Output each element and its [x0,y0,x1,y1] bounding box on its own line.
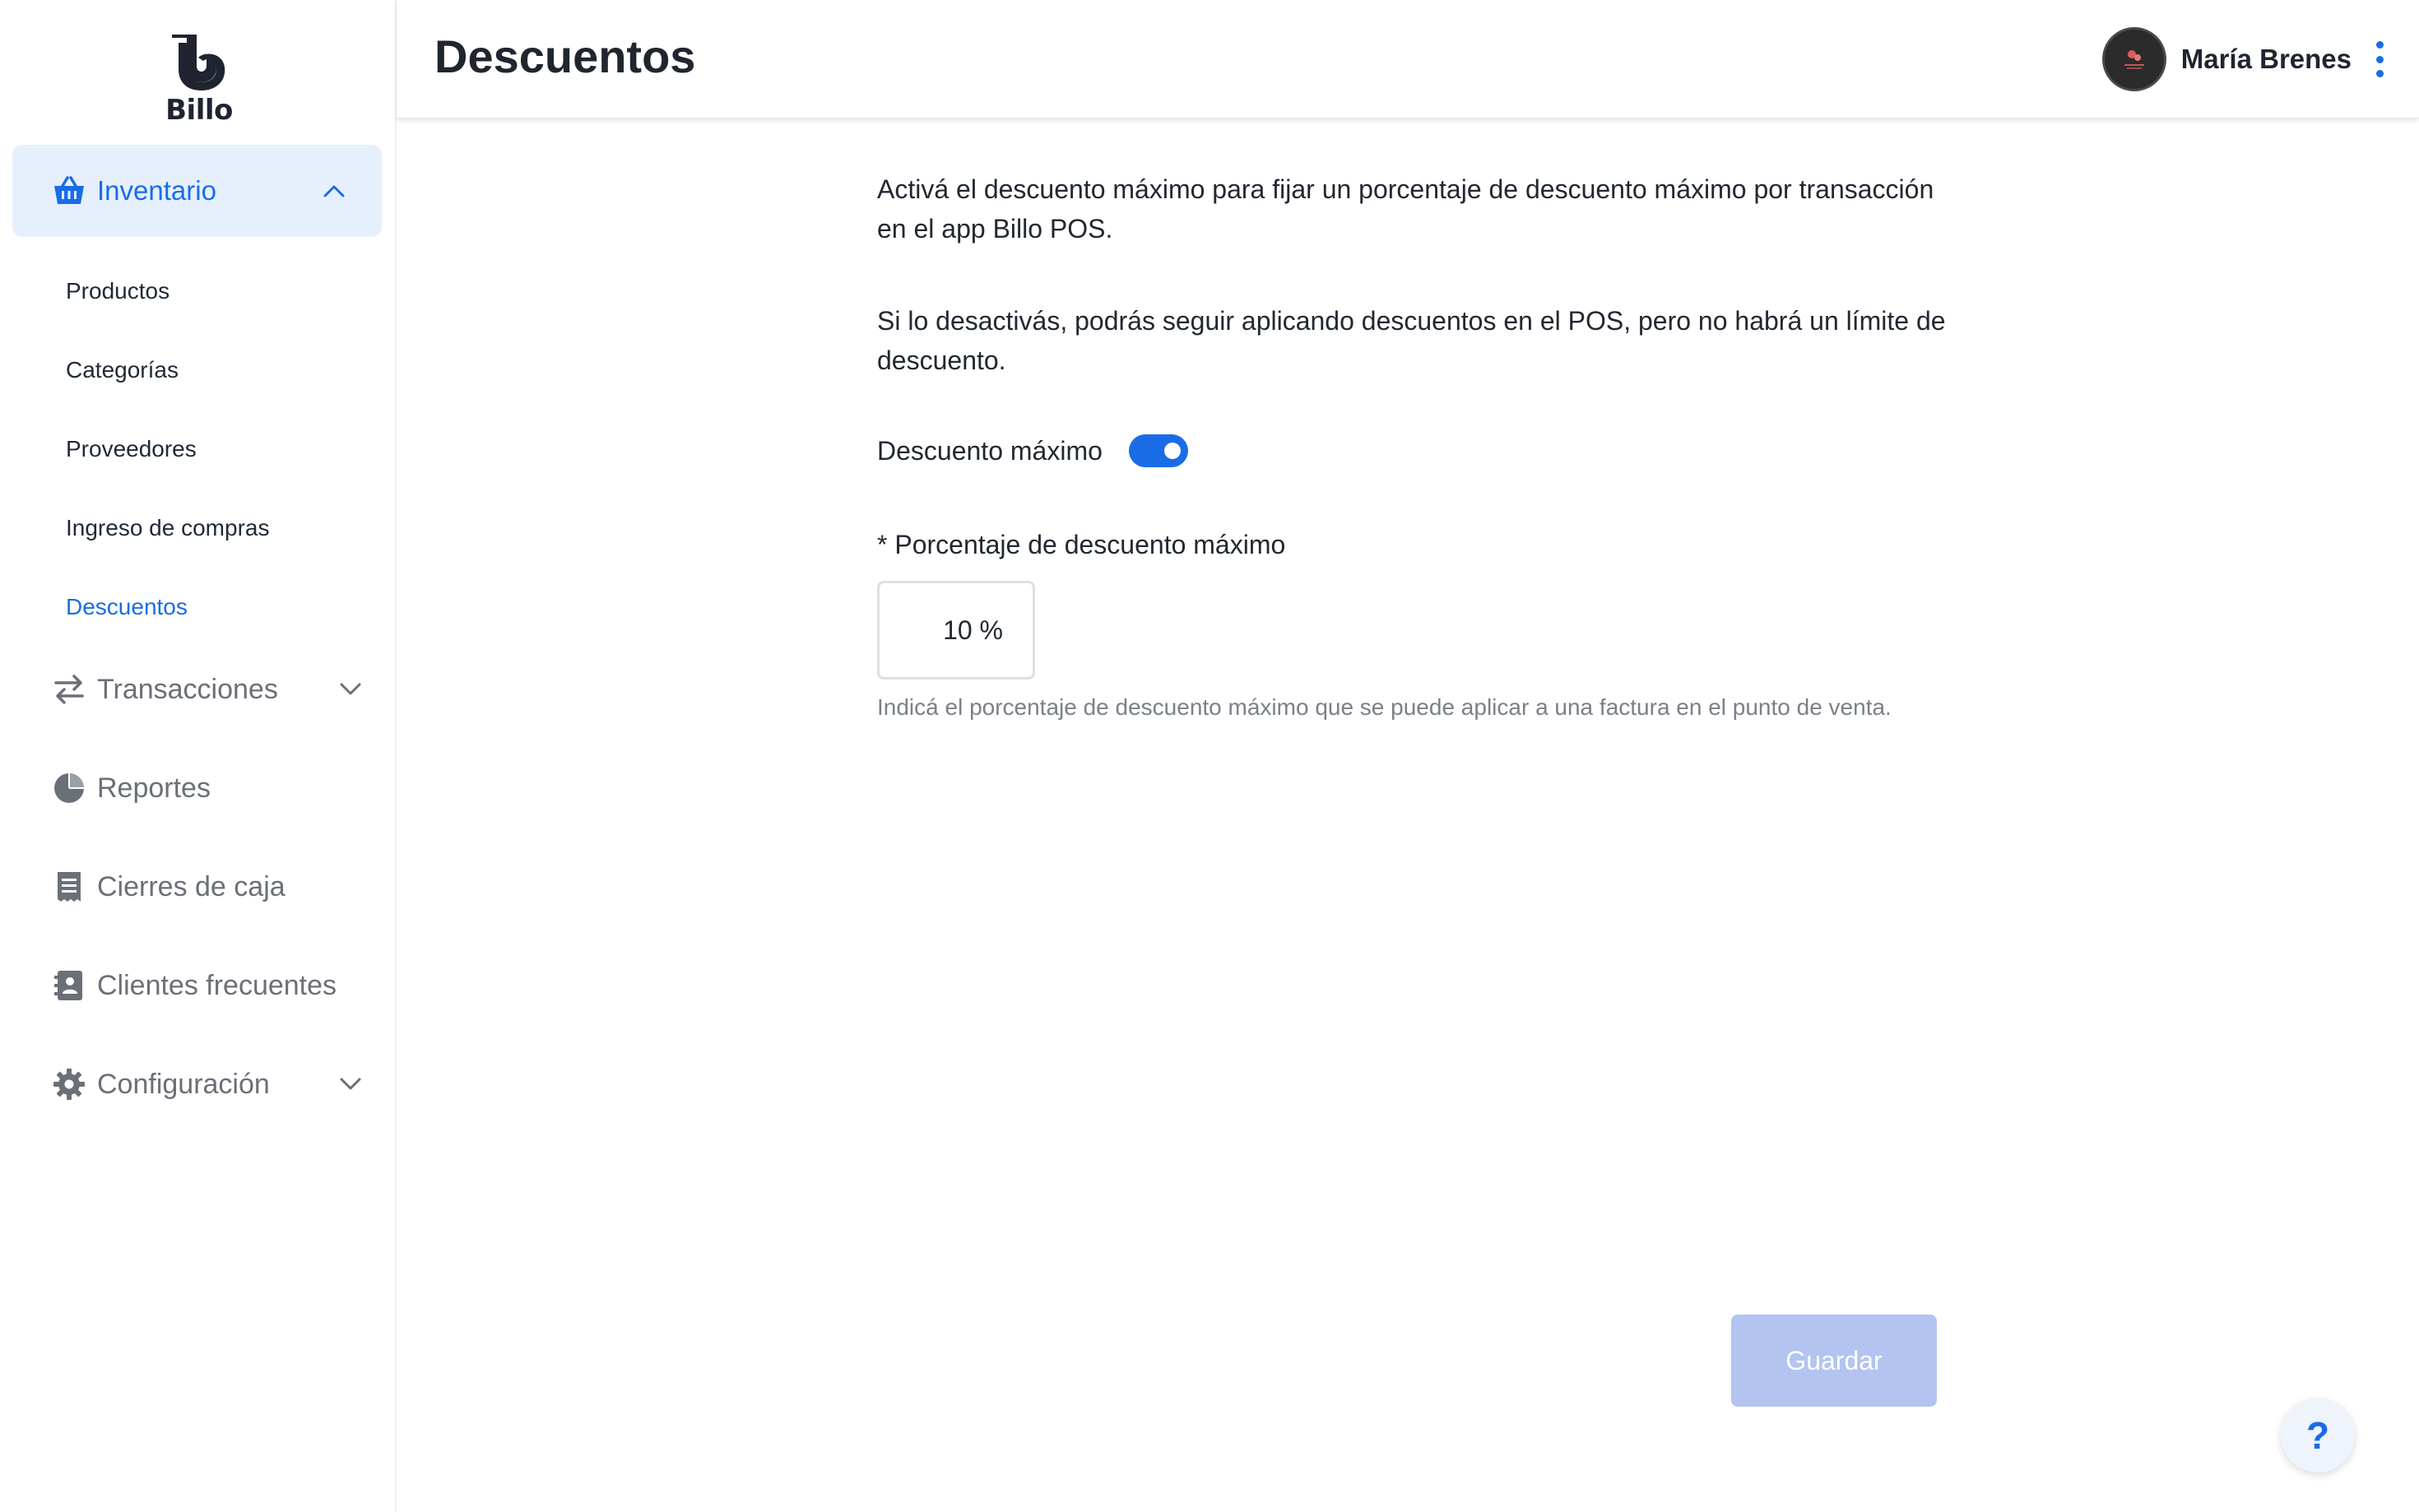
sidebar-item-label: Clientes frecuentes [97,969,337,1001]
description-paragraph: Si lo desactivás, podrás seguir aplicand… [877,306,1946,375]
avatar-logo-icon [2124,50,2144,69]
chevron-up-icon[interactable] [323,179,346,202]
field-label: * Porcentaje de descuento máximo [877,530,1286,559]
sidebar-item-transacciones[interactable]: Transacciones [51,665,380,714]
sidebar-item-descuentos[interactable]: Descuentos [66,594,188,620]
sidebar-item-configuracion[interactable]: Configuración [51,1060,380,1109]
billo-logo[interactable]: Billo [161,35,237,127]
pie-chart-icon [51,770,87,806]
basket-icon [51,173,87,209]
gear-icon [51,1066,87,1102]
sidebar-group-label: Inventario [97,175,216,206]
top-bar: Descuentos María Brenes [397,0,2419,118]
sidebar-item-reportes[interactable]: Reportes [51,763,380,813]
sidebar-item-clientes-frecuentes[interactable]: Clientes frecuentes [51,961,380,1010]
toggle-label: Descuento máximo [877,435,1103,466]
discount-settings: Activá el descuento máximo para fijar un… [877,169,1947,720]
sidebar-item-ingreso-de-compras[interactable]: Ingreso de compras [66,515,269,541]
sidebar-group-inventario[interactable]: Inventario [12,145,382,237]
billo-logo-icon [172,35,225,90]
receipt-icon [51,869,87,905]
user-menu[interactable]: María Brenes [2101,26,2386,92]
avatar[interactable] [2101,27,2166,91]
save-button[interactable]: Guardar [1731,1315,1937,1407]
sidebar-item-label: Transacciones [97,673,278,705]
sidebar: Billo Inventario Productos Categorías Pr… [0,0,397,1512]
sidebar-item-label: Reportes [97,772,211,804]
sidebar-item-label: Configuración [97,1068,270,1100]
max-discount-toggle-row: Descuento máximo [877,434,1188,467]
logo-text: Billo [165,94,233,127]
more-vertical-icon[interactable] [2373,41,2386,77]
help-button[interactable]: ? [2281,1398,2355,1473]
arrows-swap-icon [51,671,87,707]
chevron-down-icon[interactable] [339,678,362,701]
sidebar-item-productos[interactable]: Productos [66,278,169,304]
chevron-down-icon[interactable] [339,1073,362,1096]
sidebar-item-label: Cierres de caja [97,870,286,902]
max-discount-percent-input[interactable]: 10 % [877,581,1035,679]
field-hint: Indicá el porcentaje de descuento máximo… [877,694,1892,720]
max-discount-toggle[interactable] [1128,434,1188,467]
contact-book-icon [51,967,87,1004]
page-title: Descuentos [434,30,696,82]
user-name: María Brenes [2180,44,2352,74]
toggle-knob [1163,443,1181,459]
description-paragraph: Activá el descuento máximo para fijar un… [877,174,1934,243]
sidebar-item-cierres-de-caja[interactable]: Cierres de caja [51,862,380,911]
sidebar-item-categorias[interactable]: Categorías [66,357,179,383]
sidebar-item-proveedores[interactable]: Proveedores [66,436,197,462]
